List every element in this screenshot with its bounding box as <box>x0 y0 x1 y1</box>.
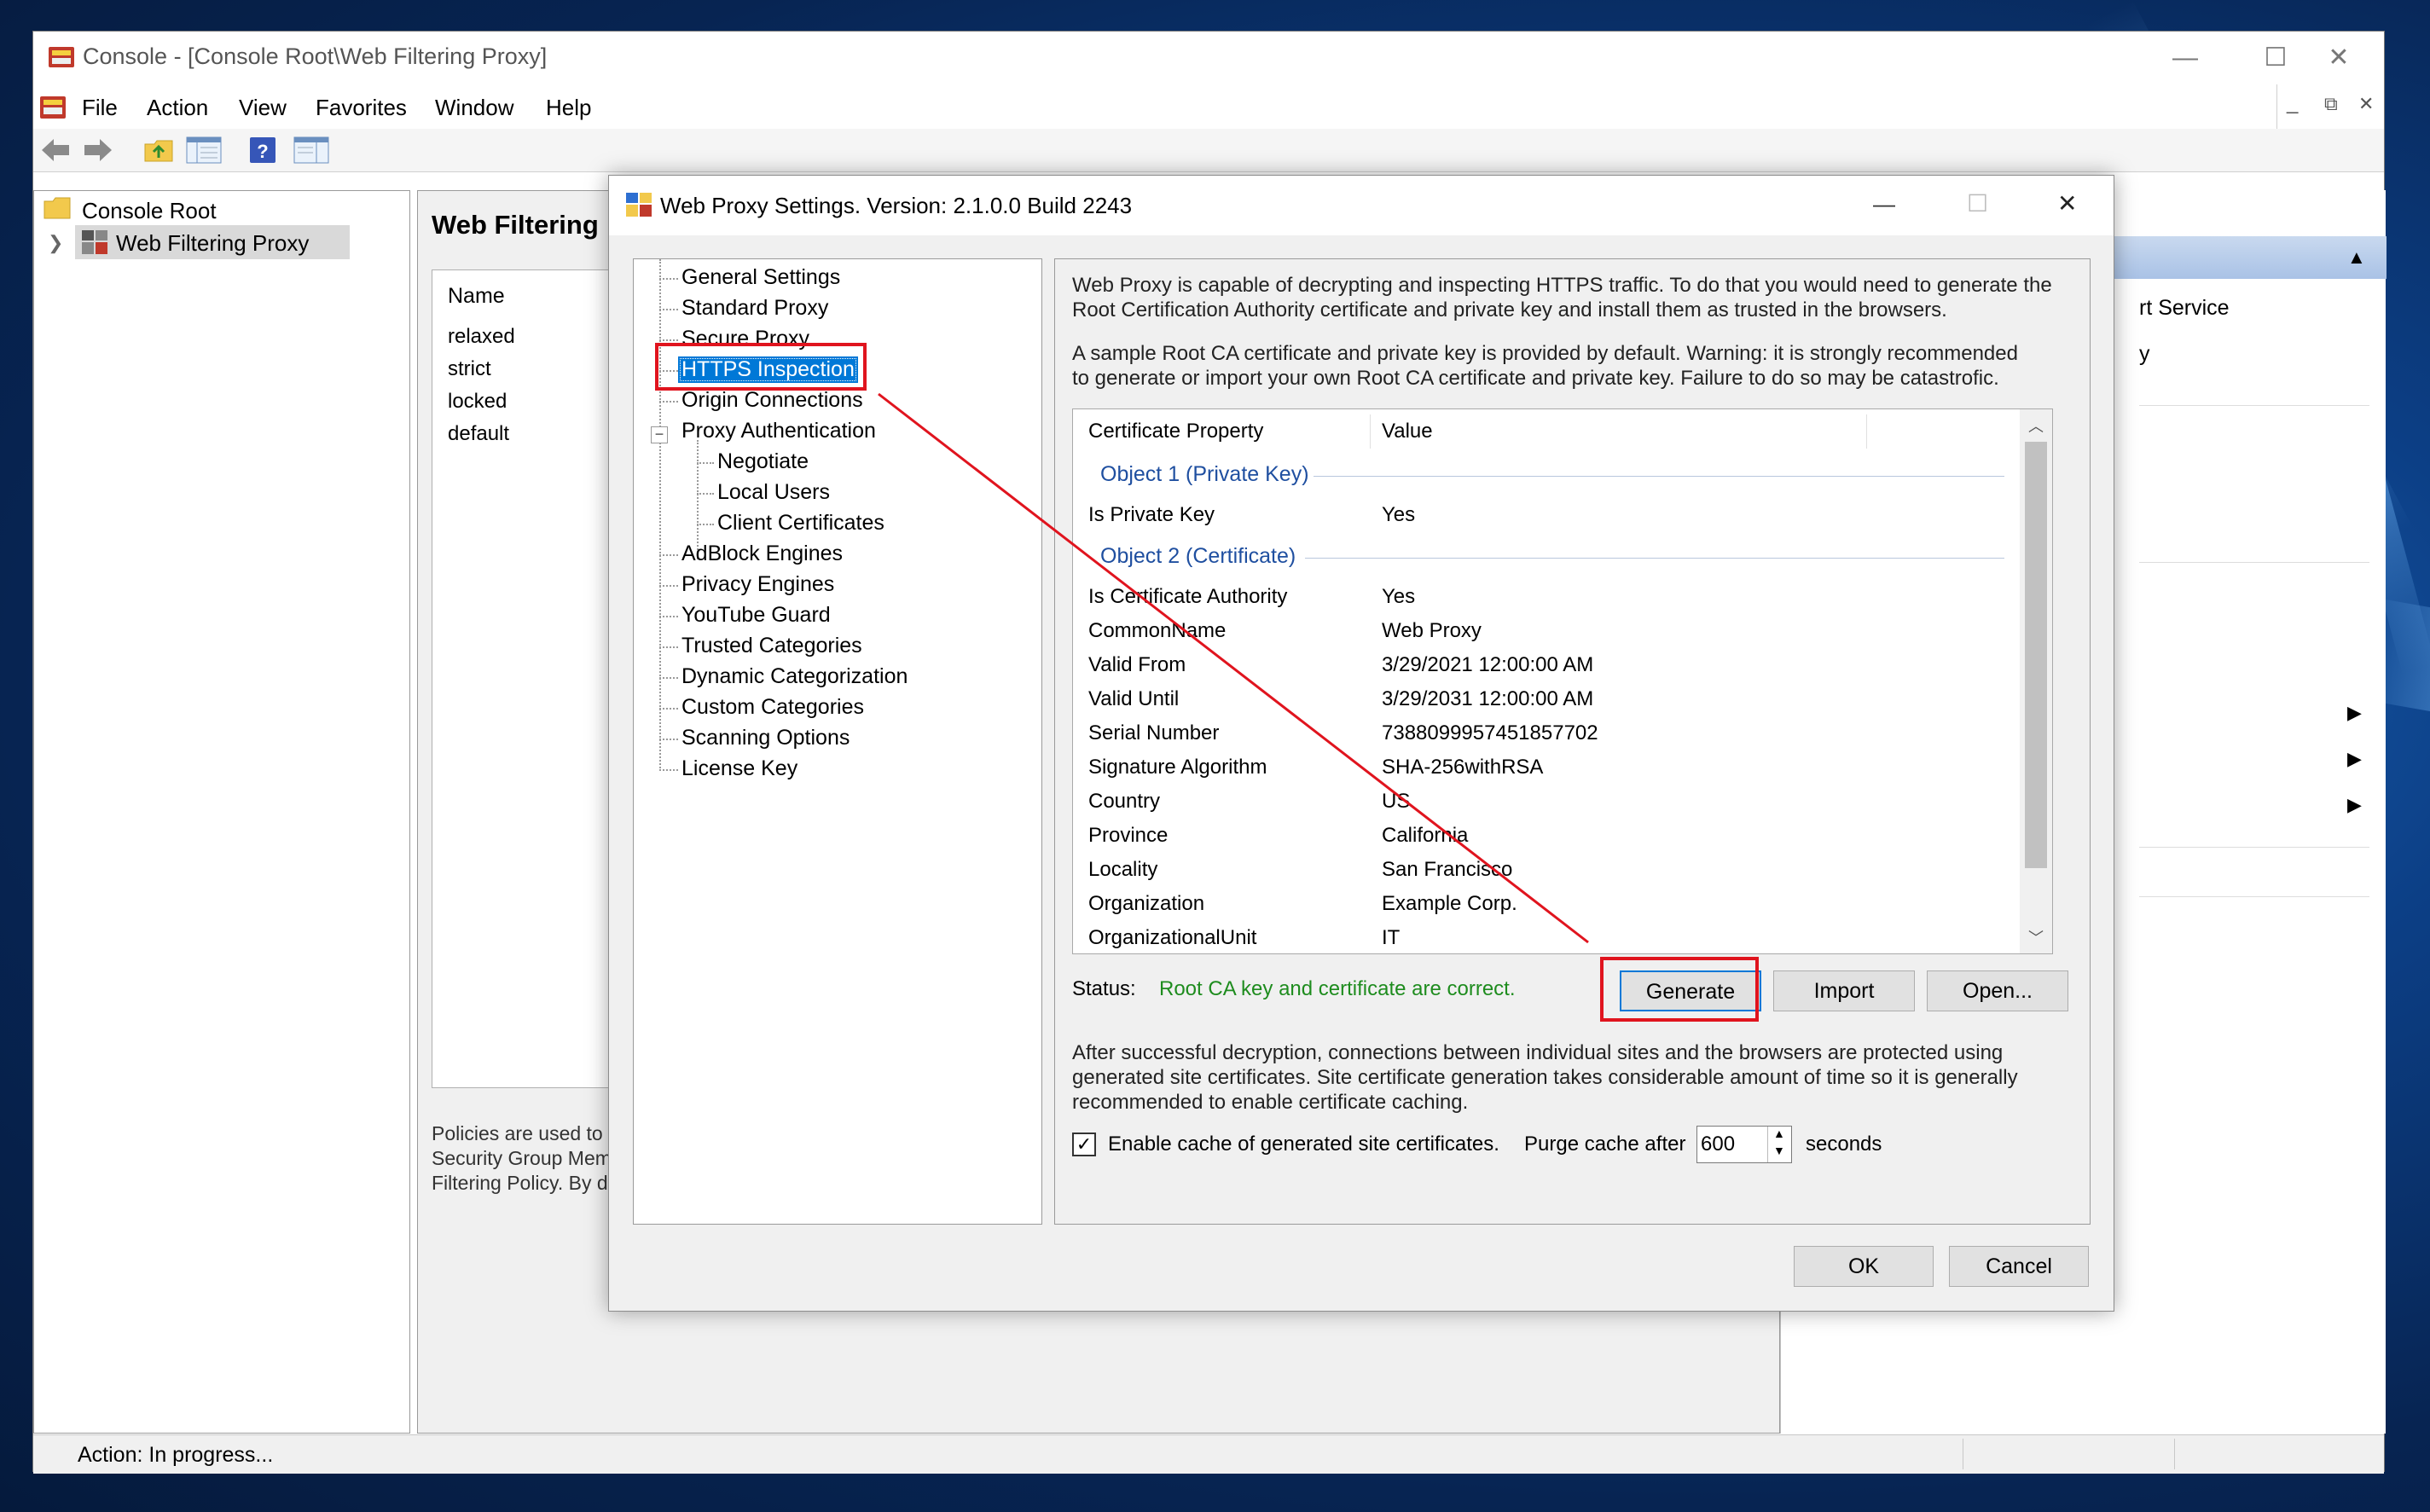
annotation-arrow <box>878 392 1589 944</box>
